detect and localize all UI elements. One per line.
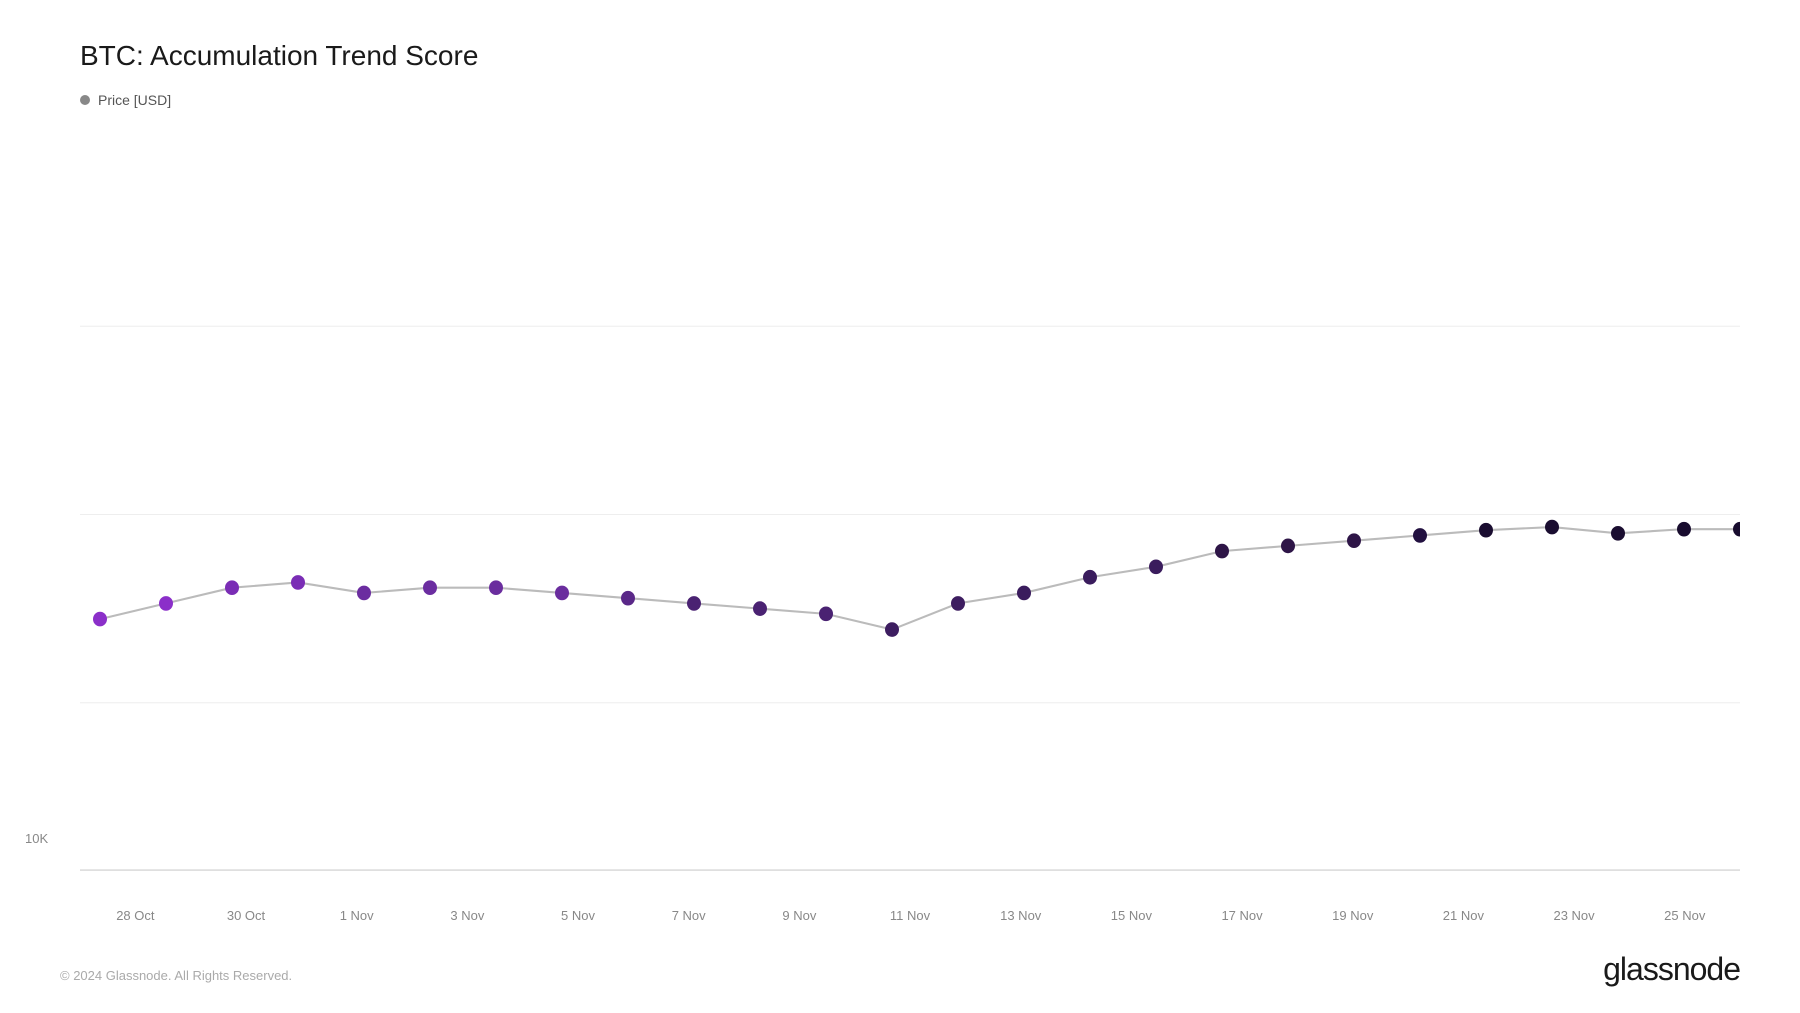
- data-point: [291, 575, 305, 590]
- data-point: [1733, 522, 1740, 537]
- x-label-21nov: 21 Nov: [1408, 908, 1519, 923]
- chart-area: 10K: [80, 138, 1740, 891]
- data-point: [1413, 528, 1427, 543]
- x-label-9nov: 9 Nov: [744, 908, 855, 923]
- x-label-28oct: 28 Oct: [80, 908, 191, 923]
- data-point: [423, 580, 437, 595]
- footer-copyright: © 2024 Glassnode. All Rights Reserved.: [60, 968, 292, 983]
- legend-dot: [80, 95, 90, 105]
- data-point: [1281, 539, 1295, 554]
- data-point: [687, 596, 701, 611]
- x-label-23nov: 23 Nov: [1519, 908, 1630, 923]
- data-point: [753, 601, 767, 616]
- data-point: [621, 591, 635, 606]
- data-point: [555, 586, 569, 601]
- data-point: [93, 612, 107, 627]
- chart-line: [100, 527, 1740, 629]
- x-label-7nov: 7 Nov: [633, 908, 744, 923]
- x-label-19nov: 19 Nov: [1297, 908, 1408, 923]
- data-point: [951, 596, 965, 611]
- data-point: [1611, 526, 1625, 541]
- data-point: [225, 580, 239, 595]
- chart-legend: Price [USD]: [80, 92, 1740, 108]
- chart-title: BTC: Accumulation Trend Score: [80, 40, 1740, 72]
- x-label-17nov: 17 Nov: [1187, 908, 1298, 923]
- chart-container: BTC: Accumulation Trend Score Price [USD…: [0, 0, 1800, 1013]
- data-point: [1215, 544, 1229, 559]
- x-label-13nov: 13 Nov: [965, 908, 1076, 923]
- x-axis-labels: 28 Oct 30 Oct 1 Nov 3 Nov 5 Nov 7 Nov 9 …: [80, 908, 1740, 923]
- data-point: [1347, 533, 1361, 548]
- x-label-1nov: 1 Nov: [301, 908, 412, 923]
- data-point: [819, 607, 833, 622]
- data-point: [159, 596, 173, 611]
- data-point: [357, 586, 371, 601]
- data-point: [1545, 520, 1559, 535]
- data-point: [1677, 522, 1691, 537]
- data-point: [1017, 586, 1031, 601]
- x-label-11nov: 11 Nov: [855, 908, 966, 923]
- x-label-25nov: 25 Nov: [1629, 908, 1740, 923]
- legend-label: Price [USD]: [98, 92, 171, 108]
- data-point: [1479, 523, 1493, 538]
- x-label-15nov: 15 Nov: [1076, 908, 1187, 923]
- x-label-30oct: 30 Oct: [191, 908, 302, 923]
- x-label-3nov: 3 Nov: [412, 908, 523, 923]
- data-point: [885, 622, 899, 637]
- data-point: [1083, 570, 1097, 585]
- y-axis-label-10k: 10K: [25, 831, 48, 846]
- data-point: [489, 580, 503, 595]
- data-point: [1149, 559, 1163, 574]
- x-label-5nov: 5 Nov: [523, 908, 634, 923]
- chart-svg: 10K: [80, 138, 1740, 891]
- glassnode-logo: glassnode: [1603, 951, 1740, 988]
